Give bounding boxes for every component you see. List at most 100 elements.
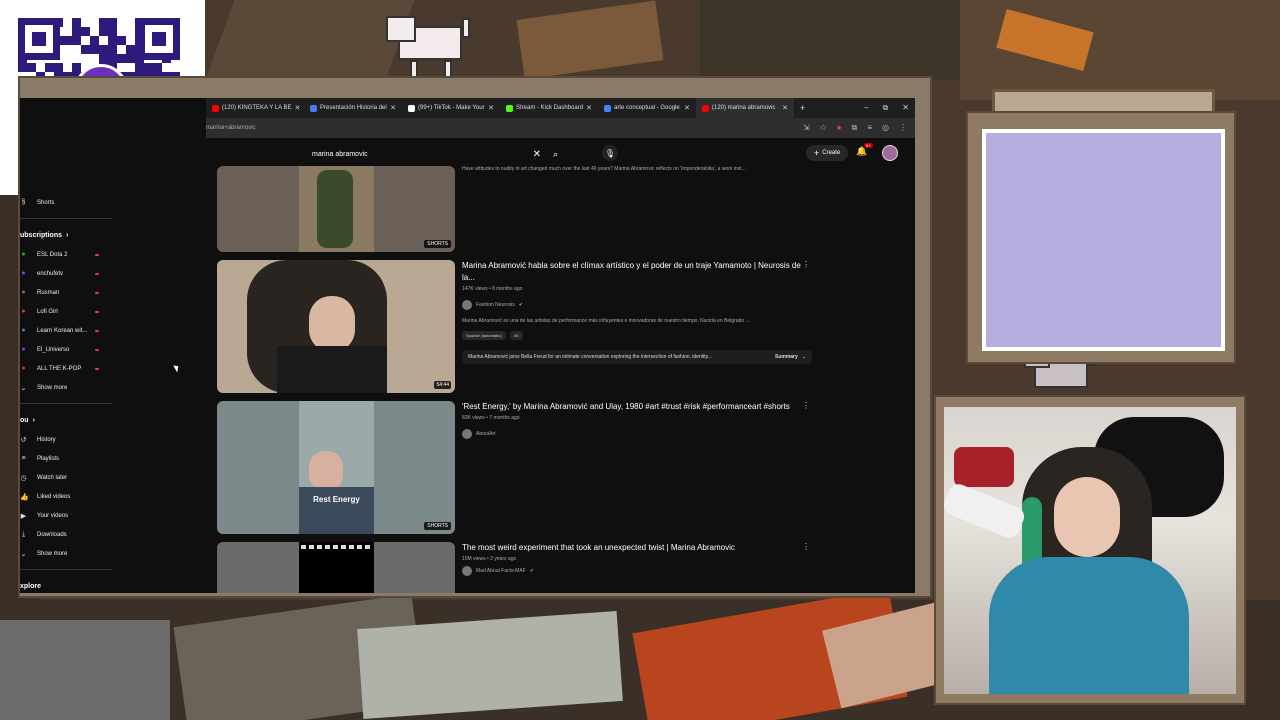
divider	[20, 218, 112, 219]
sidebar-item-downloads[interactable]: ⤓ Downloads	[20, 525, 130, 544]
sidebar-item-history[interactable]: ↺ History	[20, 430, 130, 449]
channel-row[interactable]: Mad About Facts-MAF ✔	[462, 566, 807, 576]
voice-search-icon[interactable]: 🎙	[602, 145, 618, 161]
more-options-icon[interactable]: ⋮	[802, 542, 810, 551]
video-thumbnail[interactable]: 54:44	[217, 260, 455, 393]
show-more-you[interactable]: ⌄ Show more	[20, 544, 130, 563]
sidebar-subscription[interactable]: ● El_Universo	[20, 340, 130, 359]
close-tab-icon[interactable]: ✕	[684, 104, 690, 112]
search-input[interactable]: marina abramovic	[312, 151, 533, 158]
thumbnail-caption: Rest Energy	[313, 495, 360, 504]
video-thumbnail[interactable]: Rest Energy SHORTS	[217, 401, 455, 534]
address-bar-icons: ⇲ ☆ ● ⧉ ≡ ◎ ⋮	[803, 123, 915, 133]
browser-tab[interactable]: (99+) TikTok - Make Your ✕	[402, 98, 500, 118]
sidebar-item-watch-later[interactable]: ◷ Watch later	[20, 468, 130, 487]
browser-tab[interactable]: Stream - Kick Dashboard ✕	[500, 98, 598, 118]
video-stats: 10M views • 2 years ago	[462, 556, 517, 562]
sidebar-subscription[interactable]: ● Learn Korean wit...	[20, 321, 130, 340]
bookmark-star-icon[interactable]: ☆	[820, 123, 827, 133]
plus-icon: +	[814, 148, 820, 158]
history-icon: ↺	[20, 436, 27, 444]
video-thumbnail[interactable]: SHORTS	[217, 166, 455, 252]
verified-icon: ✔	[529, 568, 534, 574]
account-avatar[interactable]	[882, 145, 898, 161]
tab-bar: (120) KINGTEKA Y LA BE ✕ Presentación His…	[206, 98, 915, 118]
channel-avatar-icon: ●	[21, 270, 26, 277]
channel-avatar	[462, 300, 472, 310]
video-stats: 147K views • 8 months ago	[462, 286, 523, 292]
close-tab-icon[interactable]: ✕	[294, 104, 300, 112]
verified-icon: ✔	[518, 302, 524, 308]
channel-row[interactable]: AboutArt	[462, 429, 807, 439]
subscriptions-heading[interactable]: ubscriptions ›	[20, 225, 130, 245]
close-window-button[interactable]: ✕	[902, 103, 909, 113]
streamer-face	[1054, 477, 1120, 557]
clock-icon: ◷	[20, 474, 27, 482]
mouse-cursor	[173, 363, 181, 373]
browser-tab[interactable]: arte conceptual - Google ✕	[598, 98, 696, 118]
sidebar-item-liked-videos[interactable]: 👍 Liked videos	[20, 487, 130, 506]
sidebar-subscription[interactable]: ● ESL Dota 2	[20, 245, 130, 264]
caption-chip: Spanish (automatic)	[462, 331, 506, 340]
ai-summary[interactable]: Marina Abramović joins Bella Freud for a…	[462, 350, 812, 364]
new-tab-button[interactable]: +	[794, 103, 805, 113]
more-options-icon[interactable]: ⋮	[802, 260, 810, 269]
live-dot-icon	[95, 310, 99, 313]
browser-tab[interactable]: (120) KINGTEKA Y LA BE ✕	[206, 98, 304, 118]
media-icon[interactable]: ≡	[867, 123, 872, 133]
live-dot-icon	[95, 329, 99, 332]
browser-tab-active[interactable]: (120) marina abramovic ✕	[696, 98, 794, 118]
live-dot-icon	[95, 348, 99, 351]
thumbs-up-icon: 👍	[20, 493, 29, 501]
webcam-feed	[944, 407, 1236, 694]
summary-toggle[interactable]: Summary	[775, 354, 798, 360]
you-heading[interactable]: ou ›	[20, 410, 130, 430]
video-stats: 83K views • 7 months ago	[462, 415, 520, 421]
profile-icon[interactable]: ◎	[882, 123, 889, 133]
sidebar-subscription[interactable]: ● Lofi Girl	[20, 302, 130, 321]
close-tab-icon[interactable]: ✕	[390, 104, 396, 112]
sidebar-item-playlists[interactable]: ≡ Playlists	[20, 449, 130, 468]
menu-icon[interactable]: ⋮	[899, 123, 907, 133]
channel-row[interactable]: Fashion Neurosis ✔	[462, 300, 807, 310]
window-controls: – ⧉ ✕	[864, 103, 915, 113]
puzzle-icon[interactable]: ⧉	[852, 123, 858, 133]
search-box[interactable]: marina abramovic ✕ ⌕	[312, 144, 558, 164]
favicon-icon	[310, 104, 317, 112]
chevron-down-icon: ⌄	[20, 550, 27, 558]
explore-heading: xplore	[20, 582, 42, 590]
live-dot-icon	[95, 291, 99, 294]
close-tab-icon[interactable]: ✕	[488, 104, 494, 112]
show-more-subscriptions[interactable]: ⌄ Show more	[20, 378, 130, 397]
playlist-icon: ≡	[21, 455, 26, 462]
chevron-down-icon: ⌄	[20, 384, 27, 392]
channel-avatar-icon: ●	[21, 346, 26, 353]
minimize-button[interactable]: –	[864, 103, 868, 113]
sidebar-item-your-videos[interactable]: ▶ Your videos	[20, 506, 130, 525]
address-bar[interactable]: marina+abramovic ⇲ ☆ ● ⧉ ≡ ◎ ⋮	[206, 118, 915, 138]
create-button[interactable]: + Create	[806, 145, 849, 161]
video-title[interactable]: Marina Abramović habla sobre el clímax a…	[462, 260, 807, 284]
install-icon[interactable]: ⇲	[803, 123, 810, 133]
chevron-down-icon: ⌄	[801, 354, 806, 360]
sidebar-item-shorts[interactable]: § Shorts	[20, 193, 130, 212]
search-icon[interactable]: ⌕	[553, 149, 558, 160]
close-tab-icon[interactable]: ✕	[586, 104, 592, 112]
sidebar-subscription[interactable]: ● ALL THE K-POP	[20, 359, 130, 378]
browser-tab[interactable]: Presentación Historia del ✕	[304, 98, 402, 118]
video-title[interactable]: 'Rest Energy,' by Marina Abramović and U…	[462, 401, 807, 413]
red-object	[954, 447, 1014, 487]
sidebar-subscription[interactable]: ● Rusman	[20, 283, 130, 302]
video-title[interactable]: The most weird experiment that took an u…	[462, 542, 807, 554]
close-tab-icon[interactable]: ✕	[782, 104, 788, 112]
clear-search-icon[interactable]: ✕	[533, 149, 541, 160]
live-dot-icon	[95, 367, 99, 370]
more-options-icon[interactable]: ⋮	[802, 401, 810, 410]
video-thumbnail[interactable]	[217, 542, 455, 593]
favicon-icon	[604, 104, 611, 112]
video-icon: ▶	[20, 512, 27, 520]
divider	[20, 569, 112, 570]
restore-button[interactable]: ⧉	[883, 103, 889, 113]
sidebar-subscription[interactable]: ● enchufetv	[20, 264, 130, 283]
extension-icon[interactable]: ●	[837, 123, 842, 133]
